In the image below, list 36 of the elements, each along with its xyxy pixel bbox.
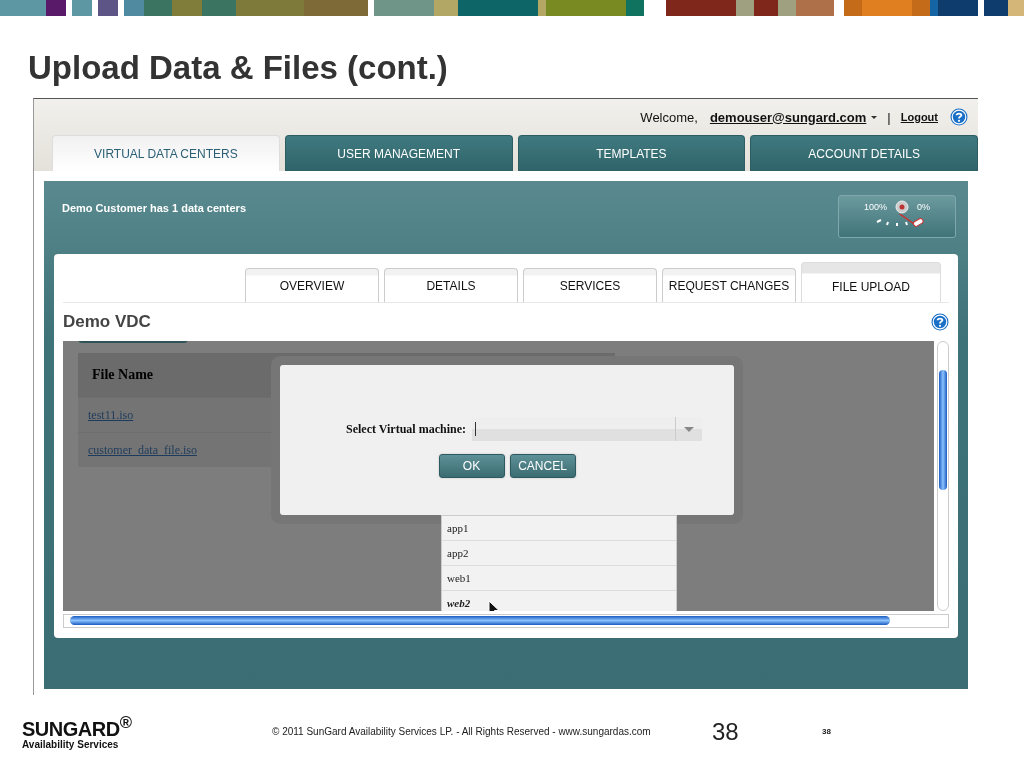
dropdown-option[interactable]: app1 bbox=[442, 516, 676, 541]
banner-text: Demo Customer has 1 data centers bbox=[62, 202, 246, 214]
caret-icon bbox=[871, 115, 878, 119]
slide-title: Upload Data & Files (cont.) bbox=[28, 48, 449, 88]
section-tab[interactable]: SERVICES bbox=[523, 268, 657, 302]
dialog-button[interactable]: CANCEL bbox=[509, 454, 576, 478]
dropdown-option[interactable]: app2 bbox=[442, 541, 676, 566]
page-number: 38 bbox=[712, 717, 740, 746]
help-icon bbox=[950, 108, 968, 126]
page-number: 38 bbox=[822, 727, 831, 736]
gauge-knob-icon bbox=[895, 200, 909, 214]
dropdown-option[interactable]: web1 bbox=[442, 566, 676, 591]
separator-text: | bbox=[887, 109, 891, 125]
section-tab[interactable]: REQUEST CHANGES bbox=[662, 268, 796, 302]
logo-subtext: Availability Services bbox=[22, 738, 120, 750]
section-tab[interactable]: DETAILS bbox=[384, 268, 518, 302]
dialog-button[interactable]: OK bbox=[438, 454, 505, 478]
gauge-label: 0% bbox=[917, 202, 930, 212]
section-tab[interactable]: FILE UPLOAD bbox=[801, 262, 941, 302]
copyright-text: © 2011 SunGard Availability Services LP. - All Rights Reserved - www.sungardas.com bbox=[272, 726, 652, 737]
horizontal-scrollbar[interactable] bbox=[63, 614, 949, 628]
dropdown-arrow-icon bbox=[684, 426, 694, 432]
field-label: Select Virtual machine: bbox=[346, 421, 466, 437]
gauge-label: 100% bbox=[863, 202, 887, 212]
dropdown-field[interactable] bbox=[472, 417, 702, 441]
nav-tab[interactable]: TEMPLATES bbox=[517, 135, 746, 171]
nav-tab[interactable]: USER MANAGEMENT bbox=[284, 135, 513, 171]
help-icon bbox=[931, 313, 949, 331]
logo-text: SUNGARD$^{®}$ bbox=[22, 713, 133, 739]
nav-tab[interactable]: VIRTUAL DATA CENTERS bbox=[52, 135, 280, 171]
page-title: Demo VDC bbox=[63, 312, 151, 332]
section-tab[interactable]: OVERVIEW bbox=[245, 268, 379, 302]
nav-tab[interactable]: ACCOUNT DETAILS bbox=[750, 135, 978, 171]
user-menu[interactable]: demouser@sungard.com bbox=[709, 109, 878, 125]
welcome-text: Welcome, bbox=[640, 109, 698, 125]
logout-link[interactable]: Logout bbox=[900, 111, 938, 123]
